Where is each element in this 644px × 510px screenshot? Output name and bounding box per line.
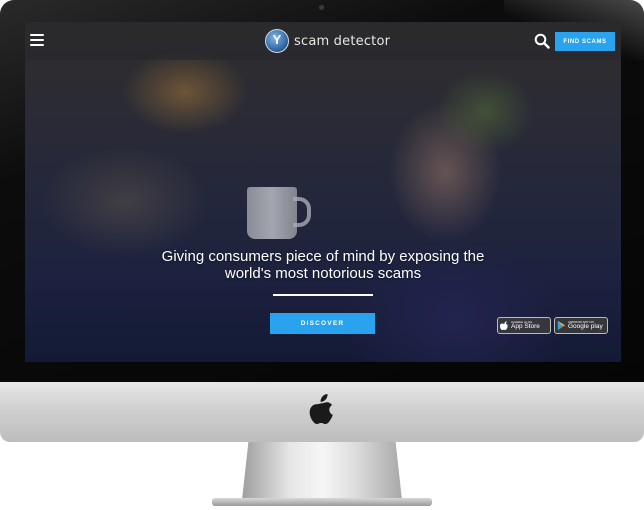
app-store-icon (500, 321, 508, 330)
site-logo[interactable]: scam detector (265, 29, 390, 53)
google-play-badge[interactable]: ANDROID APP ON Google play (554, 317, 608, 334)
logo-mark-icon (265, 29, 289, 53)
hero-headline: Giving consumers piece of mind by exposi… (161, 248, 485, 282)
find-scams-button[interactable]: FIND SCAMS (555, 32, 615, 51)
discover-button[interactable]: DISCOVER (270, 313, 375, 334)
google-play-label: Google play (568, 322, 603, 330)
logo-text: scam detector (294, 33, 391, 49)
webcam (319, 5, 324, 10)
app-store-badge[interactable]: Available on the App Store (497, 317, 551, 334)
hero-overlay (25, 22, 621, 362)
monitor-stand-base (212, 498, 432, 506)
monitor-chin (0, 382, 644, 442)
website-screen: scam detector FIND SCAMS Giving consumer… (25, 22, 621, 362)
menu-icon[interactable] (30, 34, 44, 46)
apple-icon (309, 394, 333, 424)
app-store-label: App Store (511, 322, 540, 330)
top-navigation-bar: scam detector FIND SCAMS (25, 22, 621, 60)
google-play-icon (557, 321, 566, 330)
imac-frame: scam detector FIND SCAMS Giving consumer… (0, 0, 644, 510)
search-icon[interactable] (534, 33, 550, 49)
hero-divider (273, 294, 373, 296)
monitor-stand (242, 442, 402, 500)
